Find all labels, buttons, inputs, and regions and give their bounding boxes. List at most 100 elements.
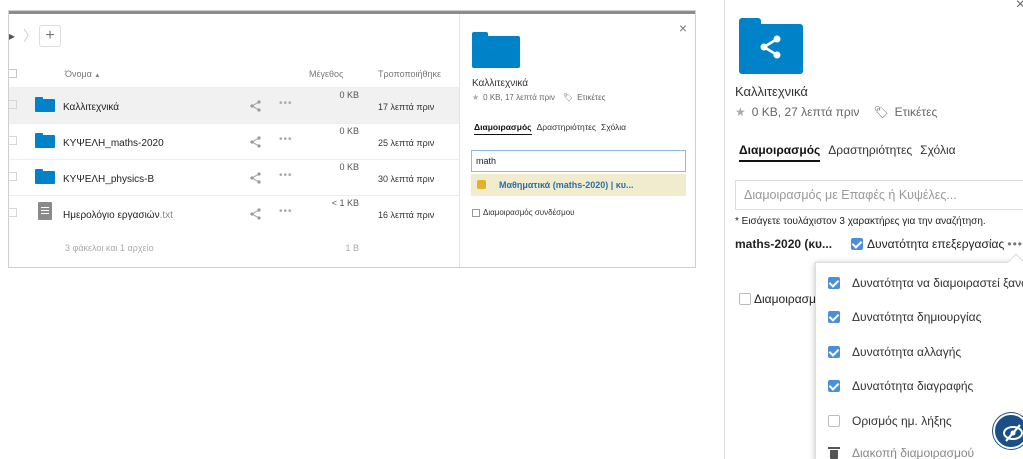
more-actions-icon[interactable]: •••: [279, 170, 293, 181]
sharing-sidebar-screenshot: × Καλλιτεχνικά ★ 0 KB, 27 λεπτά πριν 🏷 Ε…: [724, 0, 1023, 459]
share-icon: [760, 35, 781, 59]
close-icon[interactable]: ×: [679, 20, 687, 36]
file-modified: 25 λεπτά πριν: [378, 138, 435, 148]
tag-icon: 🏷: [873, 105, 889, 119]
folder-icon: [35, 169, 55, 184]
file-name[interactable]: Καλλιτεχνικά: [63, 102, 119, 113]
tab-activity[interactable]: Δραστηριότητες: [537, 122, 596, 135]
sidebar-tabs: Διαμοιρασμός Δραστηριότητες Σχόλια: [739, 143, 956, 162]
file-list-header: Όνομα ▲ Μέγεθος Τροποποιήθηκε: [9, 66, 459, 84]
tags-link[interactable]: Ετικέτες: [577, 93, 605, 102]
menu-item-can-delete[interactable]: Δυνατότητα διαγραφής: [828, 377, 973, 395]
file-size: < 1 KB: [331, 198, 359, 208]
share-suggestion-item[interactable]: Μαθηματικά (maths-2020) | κυ...: [471, 174, 686, 196]
can-reshare-checkbox[interactable]: [828, 277, 840, 289]
file-name[interactable]: ΚΥΨΕΛΗ_maths-2020: [63, 138, 164, 149]
suggestion-label: Μαθηματικά (maths-2020) | κυ...: [499, 180, 634, 190]
file-size: 0 KB: [339, 90, 359, 100]
link-share-option[interactable]: Διαμοιρασμός συνδέσμου: [472, 208, 575, 217]
menu-arrow: [1007, 253, 1023, 271]
details-sidebar: × Καλλιτεχνικά ★ 0 KB, 17 λεπτά πριν 🏷 Ε…: [459, 14, 695, 267]
file-modified: 17 λεπτά πριν: [378, 102, 435, 112]
file-extension: .txt: [159, 210, 173, 221]
tab-comments[interactable]: Σχόλια: [920, 143, 955, 162]
text-file-icon: [38, 202, 52, 220]
menu-item-can-change[interactable]: Δυνατότητα αλλαγής: [828, 343, 961, 361]
link-share-label: Διαμοιρασμός συνδέσμου: [483, 208, 575, 217]
hide-visibility-icon[interactable]: [993, 413, 1023, 449]
share-options-menu: Δυνατότητα να διαμοιραστεί ξανά Δυνατότη…: [815, 253, 1023, 459]
table-row[interactable]: ΚΥΨΕΛΗ_maths-2020 ••• 0 KB 25 λεπτά πριν: [9, 123, 459, 159]
share-icon[interactable]: [249, 99, 263, 113]
menu-item-can-create[interactable]: Δυνατότητα δημιουργίας: [828, 308, 981, 326]
can-edit-checkbox[interactable]: [851, 238, 863, 250]
star-icon[interactable]: ★: [735, 105, 746, 119]
folder-icon: [35, 133, 55, 148]
menu-item-can-reshare[interactable]: Δυνατότητα να διαμοιραστεί ξανά: [828, 274, 1023, 292]
table-row[interactable]: Ημερολόγιο εργασιών.txt ••• < 1 KB 16 λε…: [9, 195, 459, 231]
menu-item-label: Δυνατότητα δημιουργίας: [852, 310, 982, 324]
file-size: 0 KB: [339, 162, 359, 172]
can-delete-checkbox[interactable]: [828, 380, 840, 392]
new-button[interactable]: +: [39, 25, 61, 47]
shared-folder-icon: [739, 18, 803, 74]
share-search-input[interactable]: math: [471, 150, 686, 172]
column-size[interactable]: Μέγεθος: [309, 69, 343, 79]
share-icon[interactable]: [249, 207, 263, 221]
set-expiration-checkbox[interactable]: [828, 415, 840, 427]
can-change-checkbox[interactable]: [828, 346, 840, 358]
more-options-icon[interactable]: •••: [1007, 237, 1023, 251]
row-checkbox[interactable]: [9, 100, 17, 109]
menu-item-set-expiration[interactable]: Ορισμός ημ. λήξης: [828, 412, 952, 430]
can-edit-label: Δυνατότητα επεξεργασίας: [867, 237, 1005, 251]
tag-icon: 🏷: [562, 93, 574, 102]
sidebar-meta: ★ 0 KB, 17 λεπτά πριν 🏷 Ετικέτες: [472, 93, 606, 102]
circle-icon: [477, 180, 486, 189]
row-checkbox[interactable]: [9, 208, 17, 217]
file-name[interactable]: Ημερολόγιο εργασιών.txt: [63, 210, 173, 221]
row-checkbox[interactable]: [9, 136, 17, 145]
table-row[interactable]: Καλλιτεχνικά ••• 0 KB 17 λεπτά πριν: [9, 87, 459, 123]
column-modified[interactable]: Τροποποιήθηκε: [378, 69, 441, 79]
tab-comments[interactable]: Σχόλια: [601, 122, 626, 135]
file-name[interactable]: ΚΥΨΕΛΗ_physics-B: [63, 174, 154, 185]
menu-item-label: Δυνατότητα διαγραφής: [852, 379, 974, 393]
close-icon[interactable]: ×: [1016, 0, 1023, 14]
share-search-input[interactable]: Διαμοιρασμός με Επαφές ή Κυψέλες...: [735, 180, 1023, 210]
table-row[interactable]: ΚΥΨΕΛΗ_physics-B ••• 0 KB 30 λεπτά πριν: [9, 159, 459, 195]
file-list-pane: ▸ 〉 + Όνομα ▲ Μέγεθος Τροποποιήθηκε Καλλ…: [9, 14, 459, 267]
sidebar-tabs: Διαμοιρασμός Δραστηριότητες Σχόλια: [474, 122, 626, 135]
menu-item-unshare[interactable]: Διακοπή διαμοιρασμού: [828, 444, 974, 459]
size-and-date: 0 KB, 27 λεπτά πριν: [751, 105, 860, 119]
menu-item-label: Διακοπή διαμοιρασμού: [852, 446, 975, 459]
select-all-checkbox[interactable]: [9, 69, 17, 78]
more-actions-icon[interactable]: •••: [279, 98, 293, 109]
share-icon[interactable]: [249, 171, 263, 185]
menu-item-label: Δυνατότητα να διαμοιραστεί ξανά: [852, 276, 1023, 290]
home-icon[interactable]: ▸: [9, 26, 23, 46]
breadcrumb-separator-icon: 〉: [23, 28, 37, 44]
breadcrumb: ▸ 〉 +: [9, 24, 61, 48]
link-share-option[interactable]: Διαμοιρασμ: [739, 292, 816, 306]
star-icon[interactable]: ★: [472, 93, 479, 102]
column-name[interactable]: Όνομα ▲: [65, 69, 100, 79]
row-checkbox[interactable]: [9, 172, 17, 181]
file-modified: 16 λεπτά πριν: [378, 210, 435, 220]
can-edit-toggle[interactable]: Δυνατότητα επεξεργασίας: [851, 237, 1004, 251]
sidebar-title: Καλλιτεχνικά: [735, 84, 808, 99]
more-actions-icon[interactable]: •••: [279, 206, 293, 217]
tab-sharing[interactable]: Διαμοιρασμός: [474, 122, 532, 135]
sidebar-meta: ★ 0 KB, 27 λεπτά πριν 🏷 Ετικέτες: [735, 105, 937, 119]
search-hint: * Εισάγετε τουλάχιστον 3 χαρακτήρες για …: [735, 216, 986, 227]
menu-item-label: Δυνατότητα αλλαγής: [852, 345, 962, 359]
tab-sharing[interactable]: Διαμοιρασμός: [739, 143, 821, 162]
share-icon[interactable]: [249, 135, 263, 149]
link-share-label: Διαμοιρασμ: [754, 292, 816, 306]
link-share-checkbox[interactable]: [472, 208, 480, 217]
can-create-checkbox[interactable]: [828, 311, 840, 323]
summary-total-size: 1 B: [345, 243, 359, 253]
tab-activity[interactable]: Δραστηριότητες: [828, 143, 912, 162]
more-actions-icon[interactable]: •••: [279, 134, 293, 145]
link-share-checkbox[interactable]: [739, 293, 751, 305]
tags-link[interactable]: Ετικέτες: [895, 105, 938, 119]
